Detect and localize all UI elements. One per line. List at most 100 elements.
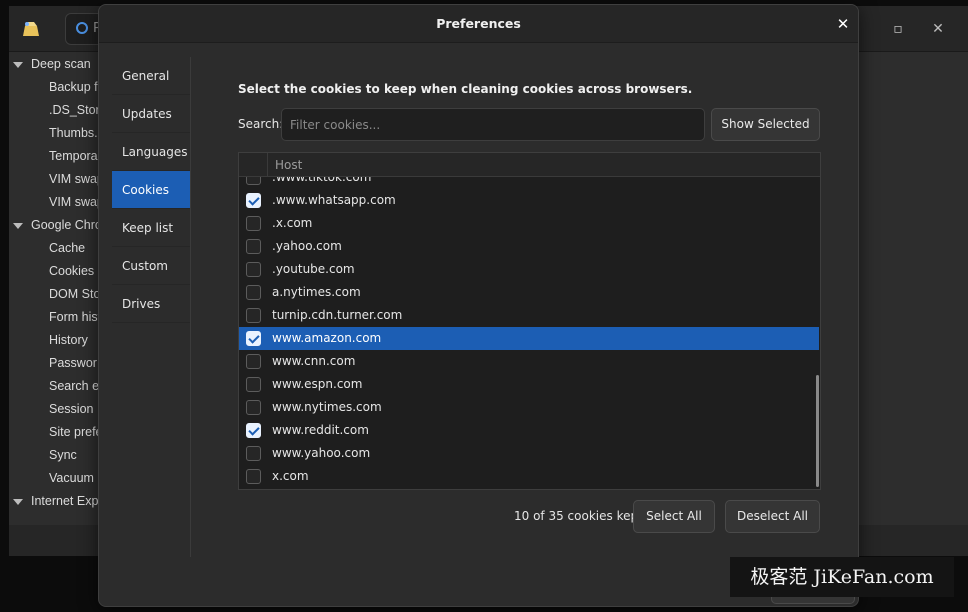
- deselect-all-button[interactable]: Deselect All: [725, 500, 820, 533]
- tree-label: Site prefe: [49, 425, 103, 439]
- tree-item[interactable]: Passwor: [9, 352, 99, 375]
- checkbox[interactable]: [246, 354, 261, 369]
- cookie-row[interactable]: www.reddit.com: [239, 419, 819, 442]
- tree-item[interactable]: Cookies: [9, 260, 99, 283]
- checkbox-checked[interactable]: [246, 423, 261, 438]
- cookie-row[interactable]: .www.tiktok.com: [239, 177, 819, 189]
- close-window-icon[interactable]: ✕: [927, 18, 949, 40]
- checkbox[interactable]: [246, 285, 261, 300]
- tree-item[interactable]: Vacuum: [9, 467, 99, 490]
- cookies-kept-count: 10 of 35 cookies kept: [514, 509, 643, 523]
- cookie-row[interactable]: www.amazon.com: [239, 327, 819, 350]
- search-label: Search:: [238, 117, 284, 131]
- expand-triangle-icon[interactable]: [13, 222, 23, 229]
- tree-label: History: [49, 333, 88, 347]
- cookie-row[interactable]: www.yahoo.com: [239, 442, 819, 465]
- cookie-host: .youtube.com: [272, 262, 355, 276]
- tree-label: Vacuum: [49, 471, 94, 485]
- tree-item[interactable]: VIM swap: [9, 168, 104, 191]
- nav-item-languages[interactable]: Languages: [112, 133, 190, 171]
- checkbox-checked[interactable]: [246, 193, 261, 208]
- checkbox[interactable]: [246, 239, 261, 254]
- cookie-row[interactable]: www.cnn.com: [239, 350, 819, 373]
- tree-item[interactable]: .DS_Store: [9, 99, 107, 122]
- cookie-row[interactable]: .x.com: [239, 212, 819, 235]
- tree-item[interactable]: VIM swap: [9, 191, 104, 214]
- nav-item-cookies[interactable]: Cookies: [112, 171, 190, 209]
- filter-cookies-input[interactable]: [281, 108, 705, 141]
- tree-item[interactable]: DOM Sto: [9, 283, 101, 306]
- tree-label: VIM swap: [49, 195, 104, 209]
- preferences-dialog: Preferences ✕ General Updates Languages Coo…: [98, 4, 859, 607]
- checkbox[interactable]: [246, 400, 261, 415]
- tree-item[interactable]: Sync: [9, 444, 99, 467]
- cookie-row[interactable]: www.espn.com: [239, 373, 819, 396]
- cookie-host: www.nytimes.com: [272, 400, 382, 414]
- cookie-host: www.reddit.com: [272, 423, 369, 437]
- nav-item-updates[interactable]: Updates: [112, 95, 190, 133]
- tree-label: Backup fi: [49, 80, 101, 94]
- checkbox-checked[interactable]: [246, 331, 261, 346]
- tree-label: Sync: [49, 448, 77, 462]
- nav-divider: [190, 57, 191, 557]
- cookie-row[interactable]: .yahoo.com: [239, 235, 819, 258]
- tree-label: Passwor: [49, 356, 97, 370]
- tree-item[interactable]: Session: [9, 398, 99, 421]
- watermark: 极客范 JiKeFan.com: [730, 557, 954, 597]
- tree-label: DOM Sto: [49, 287, 101, 301]
- checkbox[interactable]: [246, 469, 261, 484]
- checkbox[interactable]: [246, 308, 261, 323]
- expand-triangle-icon[interactable]: [13, 498, 23, 505]
- cookie-host: a.nytimes.com: [272, 285, 361, 299]
- tree-item[interactable]: Temporar: [9, 145, 102, 168]
- tree-item[interactable]: Cache: [9, 237, 99, 260]
- tree-label: Google Chro: [31, 218, 102, 232]
- dialog-close-icon[interactable]: ✕: [832, 13, 854, 35]
- host-column-header[interactable]: Host: [275, 153, 302, 177]
- cookie-row[interactable]: x.com: [239, 465, 819, 488]
- list-scrollbar[interactable]: [816, 375, 819, 487]
- tree-item[interactable]: History: [9, 329, 99, 352]
- tree-group[interactable]: Google Chro: [9, 214, 102, 237]
- tree-label: Search er: [49, 379, 104, 393]
- tree-item[interactable]: Thumbs.c: [9, 122, 104, 145]
- nav-item-drives[interactable]: Drives: [112, 285, 190, 323]
- tree-group[interactable]: Internet Expl: [9, 490, 101, 513]
- cookie-rows: .www.tiktok.com .www.whatsapp.com .x.com .y…: [239, 177, 819, 489]
- cookie-row[interactable]: turnip.cdn.turner.com: [239, 304, 819, 327]
- cookie-host: www.cnn.com: [272, 354, 356, 368]
- cleaner-tree: Deep scan Backup fi .DS_Store Thumbs.c Tempo…: [9, 53, 107, 513]
- tree-group[interactable]: Deep scan: [9, 53, 99, 76]
- maximize-icon[interactable]: ▫: [887, 18, 909, 40]
- nav-item-custom[interactable]: Custom: [112, 247, 190, 285]
- tree-label: Thumbs.c: [49, 126, 104, 140]
- tree-label: Form hist: [49, 310, 102, 324]
- checkbox[interactable]: [246, 262, 261, 277]
- checkbox[interactable]: [246, 216, 261, 231]
- tree-item[interactable]: Backup fi: [9, 76, 101, 99]
- checkbox[interactable]: [246, 377, 261, 392]
- tree-item[interactable]: Form hist: [9, 306, 102, 329]
- tree-item[interactable]: Search er: [9, 375, 103, 398]
- cookie-row[interactable]: .youtube.com: [239, 258, 819, 281]
- tree-label: Temporar: [49, 149, 102, 163]
- checkbox[interactable]: [246, 446, 261, 461]
- tree-label: Session: [49, 402, 94, 416]
- show-selected-button[interactable]: Show Selected: [711, 108, 820, 141]
- nav-item-keep-list[interactable]: Keep list: [112, 209, 190, 247]
- search-icon: [76, 22, 88, 34]
- checkbox[interactable]: [246, 177, 261, 185]
- preferences-nav: General Updates Languages Cookies Keep list C…: [112, 57, 190, 323]
- dialog-title: Preferences: [436, 16, 521, 31]
- cookie-row[interactable]: a.nytimes.com: [239, 281, 819, 304]
- select-all-button[interactable]: Select All: [633, 500, 715, 533]
- cookie-row[interactable]: .www.whatsapp.com: [239, 189, 819, 212]
- app-logo-icon: [21, 20, 41, 38]
- tree-item[interactable]: Site prefe: [9, 421, 103, 444]
- cookie-host: turnip.cdn.turner.com: [272, 308, 403, 322]
- list-header: Host: [239, 153, 820, 177]
- cookie-row[interactable]: www.nytimes.com: [239, 396, 819, 419]
- nav-item-general[interactable]: General: [112, 57, 190, 95]
- cookie-host: .www.whatsapp.com: [272, 193, 396, 207]
- expand-triangle-icon[interactable]: [13, 61, 23, 68]
